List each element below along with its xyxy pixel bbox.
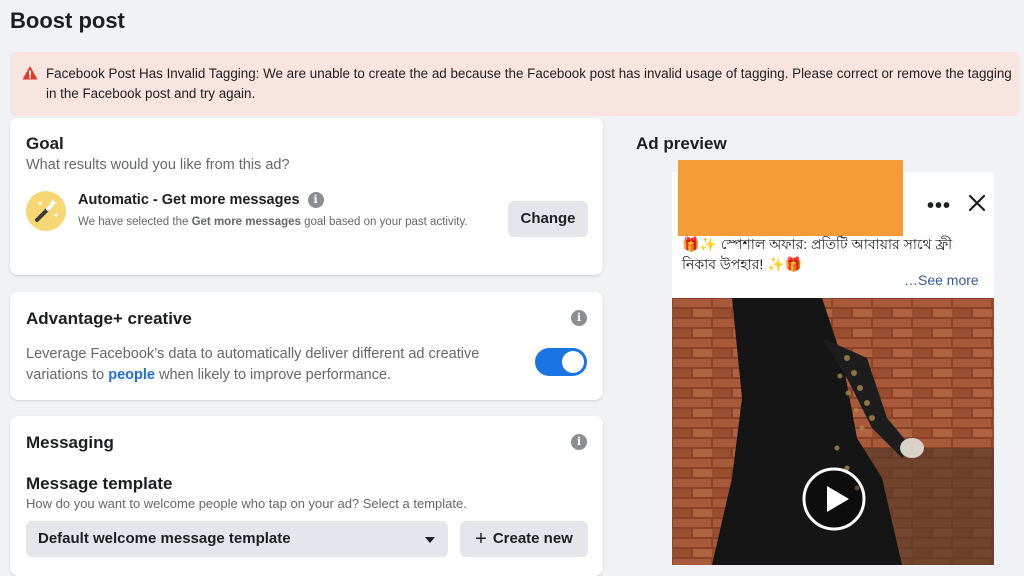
goal-description: We have selected the Get more messages g… [78,214,488,230]
advantage-description: Leverage Facebook’s data to automaticall… [26,344,526,386]
template-subheading: How do you want to welcome people who ta… [26,496,467,511]
messaging-card: Messaging i Message template How do you … [10,416,603,576]
template-select-value: Default welcome message template [38,530,291,547]
create-new-button[interactable]: + Create new [460,521,588,557]
goal-desc-text-end: goal based on your past activity. [300,216,468,228]
error-alert: Facebook Post Has Invalid Tagging: We ar… [10,52,1020,116]
plus-icon: + [475,528,487,550]
page-title: Boost post [10,8,125,33]
warning-icon [22,66,38,80]
goal-desc-text: We have selected the [78,216,192,228]
advantage-desc-text-end: when likely to improve performance. [154,367,392,383]
post-text: 🎁✨ স্পেশাল অফার: প্রতিটি আবায়ার সাথে ফ্… [682,236,953,272]
see-more-link[interactable]: …See more [904,272,979,288]
close-icon[interactable] [966,192,988,214]
play-icon[interactable] [802,467,866,531]
advantage-creative-card: Advantage+ creative i Leverage Facebook’… [10,292,603,400]
advantage-toggle[interactable] [535,348,587,376]
magic-wand-icon [26,191,66,231]
template-select[interactable]: Default welcome message template [26,521,448,557]
redacted-profile [678,160,903,236]
goal-card: Goal What results would you like from th… [10,118,603,275]
template-heading: Message template [26,474,173,493]
info-icon[interactable]: i [307,192,324,208]
goal-option-title: Automatic - Get more messages [78,192,300,208]
toggle-knob [562,351,584,373]
caret-down-icon [425,537,435,543]
create-new-label: Create new [492,530,573,547]
messaging-heading: Messaging [26,433,114,452]
more-options-icon[interactable]: ••• [927,195,951,218]
goal-subheading: What results would you like from this ad… [26,157,290,173]
alert-message: Facebook Post Has Invalid Tagging: We ar… [46,66,1012,101]
goal-option: Automatic - Get more messages i [78,192,324,208]
goal-desc-bold: Get more messages [191,216,301,228]
info-icon[interactable]: i [571,310,587,326]
change-goal-button[interactable]: Change [508,201,588,237]
goal-heading: Goal [26,134,64,153]
info-icon[interactable]: i [571,434,587,450]
people-link[interactable]: people [108,367,155,383]
ad-preview-heading: Ad preview [636,134,727,153]
advantage-heading: Advantage+ creative [26,309,192,328]
